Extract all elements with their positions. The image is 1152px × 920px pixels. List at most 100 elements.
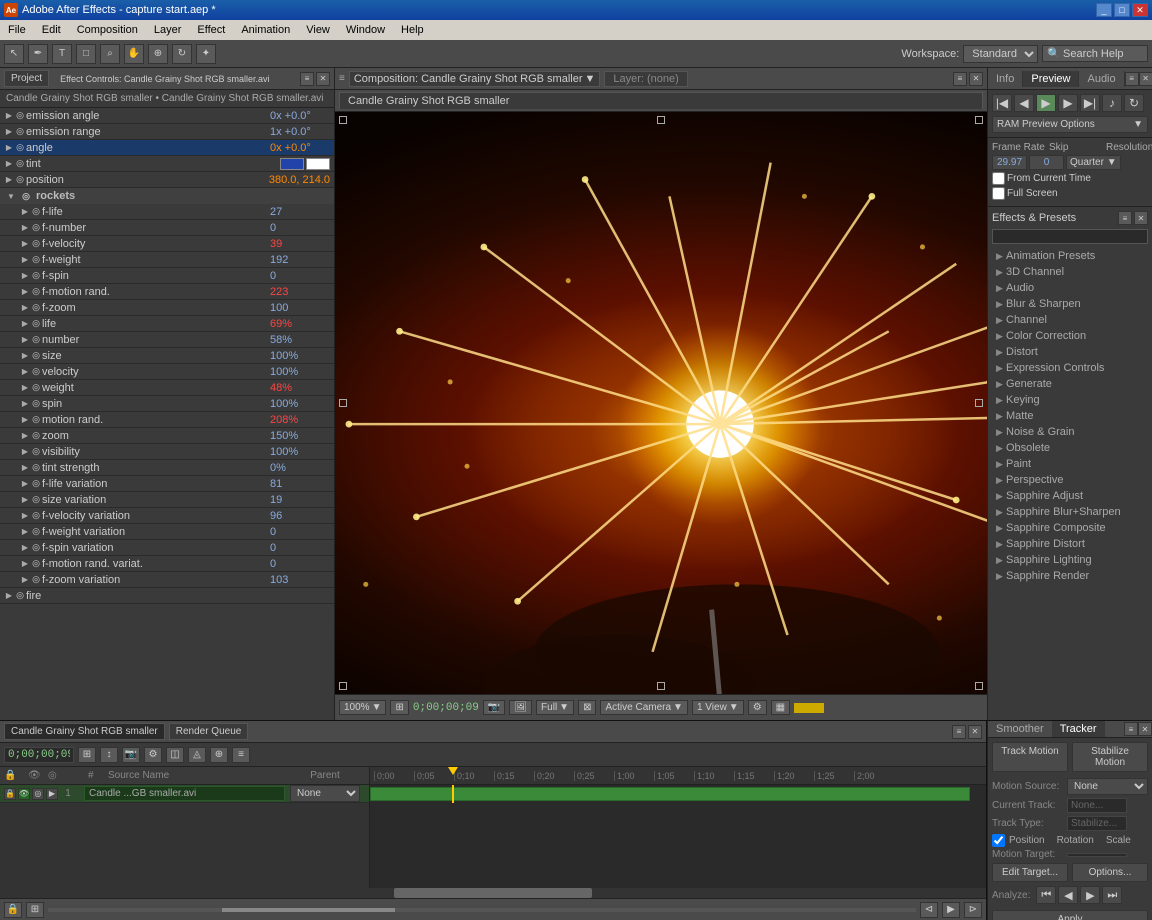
list-item[interactable]: ▶ ◎ motion rand. 208% — [0, 412, 334, 428]
list-item[interactable]: ▶ ◎ f-number 0 — [0, 220, 334, 236]
list-item[interactable]: ▶ ◎ f-life 27 — [0, 204, 334, 220]
tl-bottom-btn1[interactable]: 🔒 — [4, 902, 22, 918]
list-item[interactable]: ▶ ◎ fire — [0, 588, 334, 604]
sel-handle-tm[interactable] — [657, 116, 665, 124]
tool-anchor[interactable]: ✦ — [196, 44, 216, 64]
layer-vis-icon[interactable]: 👁 — [18, 788, 30, 800]
quality-dropdown[interactable]: Full ▼ — [536, 700, 574, 715]
loop-btn[interactable]: ↻ — [1124, 94, 1144, 112]
list-item[interactable]: ▶ ◎ size 100% — [0, 348, 334, 364]
section-rockets[interactable]: ▼ ◎ rockets — [0, 188, 334, 204]
list-item[interactable]: ▶ ◎ emission angle 0x +0.0° — [0, 108, 334, 124]
menu-file[interactable]: File — [4, 22, 30, 38]
tl-ctrl-btn5[interactable]: ◫ — [166, 747, 184, 763]
parent-select[interactable]: None — [290, 785, 360, 802]
sel-handle-tl[interactable] — [339, 116, 347, 124]
ep-blur-sharpen[interactable]: ▶ Blur & Sharpen — [992, 296, 1148, 312]
tool-hand[interactable]: ✋ — [124, 44, 144, 64]
panel-menu-btn[interactable]: ≡ — [1125, 72, 1139, 86]
menu-help[interactable]: Help — [397, 22, 428, 38]
effects-search-input[interactable] — [992, 229, 1148, 244]
layer-name[interactable]: Candle ...GB smaller.avi — [84, 786, 285, 801]
menu-layer[interactable]: Layer — [150, 22, 186, 38]
list-item[interactable]: ▶ ◎ f-zoom variation 103 — [0, 572, 334, 588]
ep-animation-presets[interactable]: ▶ Animation Presets — [992, 248, 1148, 264]
ep-noise-grain[interactable]: ▶ Noise & Grain — [992, 424, 1148, 440]
track-motion-btn[interactable]: Track Motion — [992, 742, 1068, 772]
ep-3d-channel[interactable]: ▶ 3D Channel — [992, 264, 1148, 280]
tab-audio[interactable]: Audio — [1079, 71, 1124, 87]
analyze-back-btn[interactable]: ◀ — [1058, 886, 1078, 904]
sel-handle-br[interactable] — [975, 682, 983, 690]
position-checkbox[interactable] — [992, 834, 1005, 847]
tool-text[interactable]: T — [52, 44, 72, 64]
tl-close-btn[interactable]: ✕ — [968, 725, 982, 739]
ep-sapphire-distort[interactable]: ▶ Sapphire Distort — [992, 536, 1148, 552]
close-button[interactable]: ✕ — [1132, 3, 1148, 17]
zoom-dropdown[interactable]: 100% ▼ — [339, 700, 386, 715]
show-snapshot-btn[interactable]: 🖼 — [509, 700, 532, 715]
options-btn[interactable]: Options... — [1072, 863, 1148, 882]
list-item[interactable]: ▶ ◎ f-motion rand. 223 — [0, 284, 334, 300]
tab-tracker[interactable]: Tracker — [1052, 721, 1105, 737]
analyze-fwd-fast-btn[interactable]: ⏭ — [1102, 886, 1122, 904]
ep-sapphire-render[interactable]: ▶ Sapphire Render — [992, 568, 1148, 584]
tracker-close-btn[interactable]: ✕ — [1138, 722, 1152, 736]
list-item[interactable]: ▶ ◎ f-weight 192 — [0, 252, 334, 268]
edit-target-btn[interactable]: Edit Target... — [992, 863, 1068, 882]
ep-perspective[interactable]: ▶ Perspective — [992, 472, 1148, 488]
color-swatch-white[interactable] — [306, 158, 330, 170]
skip-value[interactable]: 0 — [1029, 155, 1064, 170]
analyze-fwd-btn[interactable]: ▶ — [1080, 886, 1100, 904]
audio-btn[interactable]: ♪ — [1102, 94, 1122, 112]
list-item[interactable]: ▶ ◎ f-spin variation 0 — [0, 540, 334, 556]
timeline-time-input[interactable]: 0;00;00;09 — [4, 747, 74, 763]
layer-lock-icon[interactable]: 🔒 — [4, 788, 16, 800]
tab-project[interactable]: Project — [4, 70, 49, 87]
tl-ctrl-btn7[interactable]: ⊕ — [210, 747, 228, 763]
search-input[interactable] — [1063, 48, 1143, 60]
frame-rate-value[interactable]: 29.97 — [992, 155, 1027, 170]
list-item[interactable]: ▶ ◎ f-spin 0 — [0, 268, 334, 284]
scrollbar-thumb[interactable] — [394, 888, 591, 898]
menu-view[interactable]: View — [302, 22, 334, 38]
tool-camera[interactable]: ⊕ — [148, 44, 168, 64]
maximize-button[interactable]: □ — [1114, 3, 1130, 17]
list-item[interactable]: ▶ ◎ f-velocity 39 — [0, 236, 334, 252]
list-item[interactable]: ▶ ◎ tint — [0, 156, 334, 172]
apply-btn[interactable]: Apply — [992, 910, 1148, 920]
list-item[interactable]: ▶ ◎ number 58% — [0, 332, 334, 348]
menu-effect[interactable]: Effect — [193, 22, 229, 38]
workspace-select[interactable]: Standard — [963, 45, 1038, 63]
ep-matte[interactable]: ▶ Matte — [992, 408, 1148, 424]
list-item[interactable]: ▶ ◎ position 380.0, 214.0 — [0, 172, 334, 188]
region-btn[interactable]: ▦ — [771, 700, 790, 715]
tl-bottom-btn2[interactable]: ⊞ — [26, 902, 44, 918]
color-swatch-blue[interactable] — [280, 158, 304, 170]
tl-bottom-btn-right3[interactable]: ⊳ — [964, 902, 982, 918]
list-item[interactable]: ▶ ◎ emission range 1x +0.0° — [0, 124, 334, 140]
stabilize-motion-btn[interactable]: Stabilize Motion — [1072, 742, 1148, 772]
tl-ctrl-btn8[interactable]: ≡ — [232, 747, 250, 763]
panel-menu-btn[interactable]: ≡ — [953, 72, 967, 86]
tab-smoother[interactable]: Smoother — [988, 721, 1052, 737]
ep-keying[interactable]: ▶ Keying — [992, 392, 1148, 408]
layer-bar[interactable] — [370, 787, 970, 801]
panel-close-btn[interactable]: ✕ — [969, 72, 983, 86]
render-btn[interactable]: ⚙ — [748, 700, 767, 715]
list-item[interactable]: ▶ ◎ tint strength 0% — [0, 460, 334, 476]
tool-rotate[interactable]: ↻ — [172, 44, 192, 64]
list-item[interactable]: ▶ ◎ size variation 19 — [0, 492, 334, 508]
ram-preview-options[interactable]: RAM Preview Options ▼ — [992, 116, 1148, 133]
resolution-dropdown[interactable]: Quarter ▼ — [1066, 155, 1121, 170]
ep-sapphire-adjust[interactable]: ▶ Sapphire Adjust — [992, 488, 1148, 504]
camera-dropdown[interactable]: Active Camera ▼ — [600, 700, 687, 715]
motion-source-select[interactable]: None — [1067, 778, 1148, 795]
ep-channel[interactable]: ▶ Channel — [992, 312, 1148, 328]
ep-distort[interactable]: ▶ Distort — [992, 344, 1148, 360]
snapshot-btn[interactable]: 📷 — [483, 700, 505, 715]
ep-sapphire-composite[interactable]: ▶ Sapphire Composite — [992, 520, 1148, 536]
tool-zoom[interactable]: ⌕ — [100, 44, 120, 64]
panel-close-btn[interactable]: ✕ — [1139, 72, 1152, 86]
from-current-checkbox[interactable] — [992, 172, 1005, 185]
